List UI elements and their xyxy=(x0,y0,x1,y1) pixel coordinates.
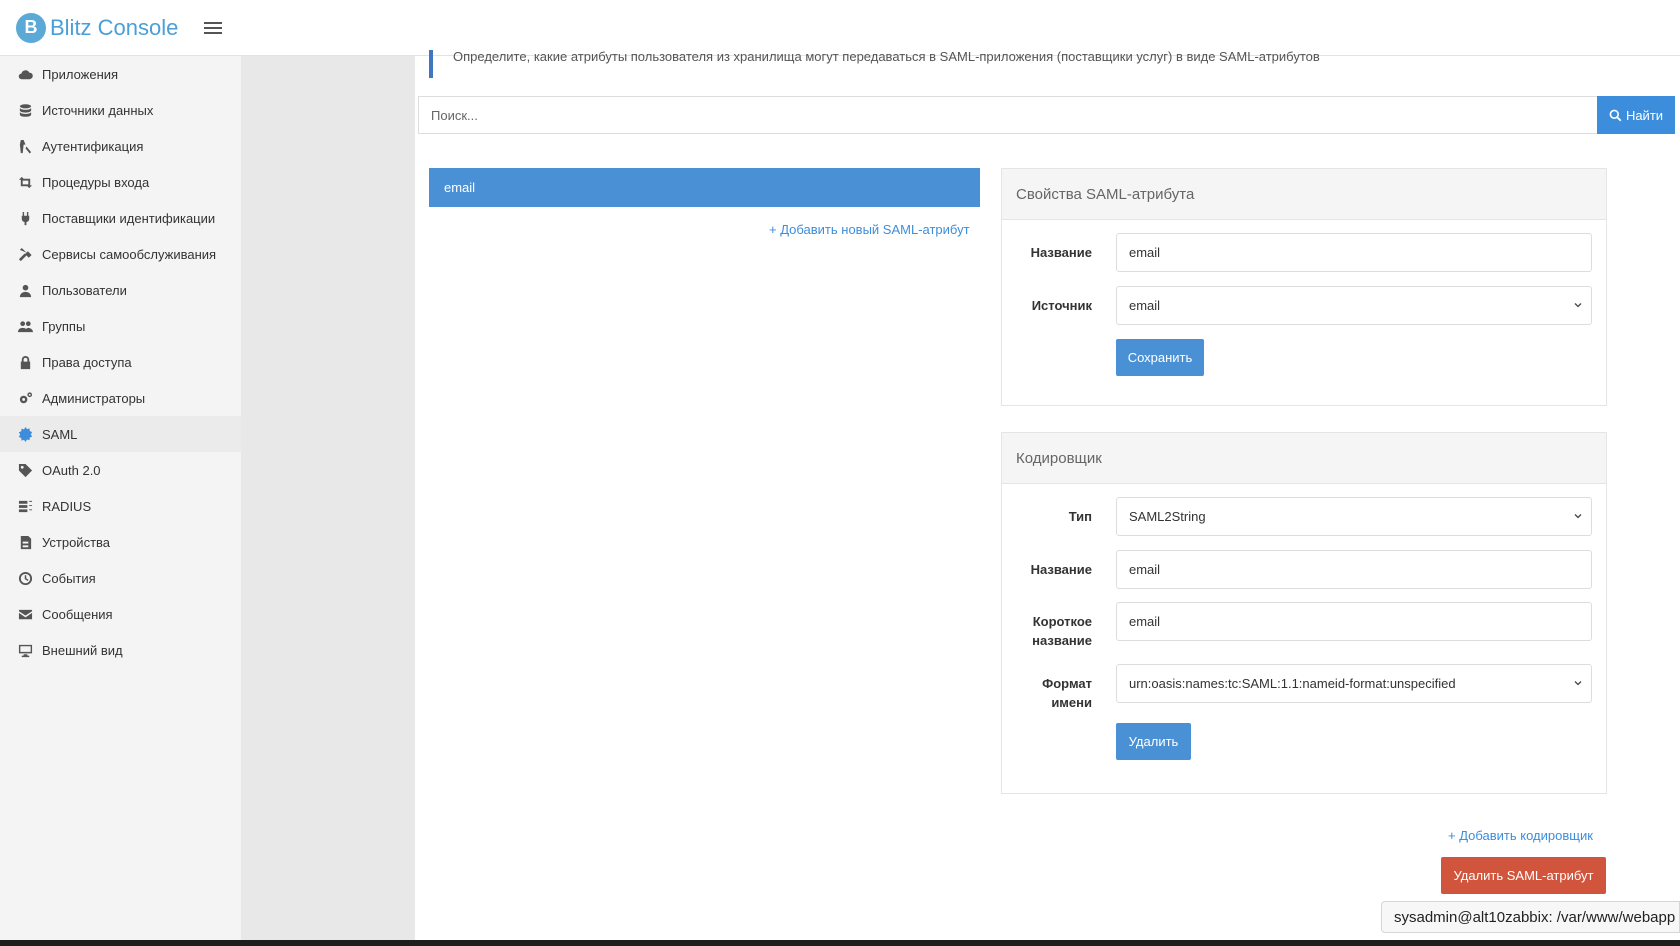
tag-icon xyxy=(16,461,34,479)
sidebar-item-label: Приложения xyxy=(42,66,119,82)
source-select-value: email xyxy=(1129,298,1161,313)
sidebar-item-label: RADIUS xyxy=(42,498,92,514)
sidebar-item-data-sources[interactable]: Источники данных xyxy=(0,92,241,128)
sidebar-item-login-procedures[interactable]: Процедуры входа xyxy=(0,164,241,200)
retweet-icon xyxy=(16,173,34,191)
saml-attribute-properties-panel: Свойства SAML-атрибута Название email Ис… xyxy=(1001,168,1607,406)
clock-icon xyxy=(16,569,34,587)
sidebar-item-saml[interactable]: SAML xyxy=(0,416,241,452)
app-title: Blitz Console xyxy=(50,14,179,40)
cloud-icon xyxy=(16,65,34,83)
sidebar-item-label: Сообщения xyxy=(42,606,113,622)
name-format-label: Формат имени xyxy=(1042,676,1092,710)
list-item[interactable]: email xyxy=(429,168,980,207)
sidebar-item-label: Процедуры входа xyxy=(42,174,150,190)
taskbar xyxy=(0,940,1680,946)
sidebar-item-administrators[interactable]: Администраторы xyxy=(0,380,241,416)
server-icon xyxy=(16,497,34,515)
sidebar-item-self-service[interactable]: Сервисы самообслуживания xyxy=(0,236,241,272)
database-icon xyxy=(16,101,34,119)
source-select[interactable]: email xyxy=(1116,286,1592,325)
source-label: Источник xyxy=(1031,298,1092,313)
add-encoder-link[interactable]: + Добавить кодировщик xyxy=(1448,828,1593,843)
device-icon xyxy=(16,533,34,551)
sidebar-item-label: Источники данных xyxy=(42,102,154,118)
delete-encoder-button[interactable]: Удалить xyxy=(1116,723,1191,760)
sidebar-item-authentication[interactable]: Аутентификация xyxy=(0,128,241,164)
encoder-type-select[interactable]: SAML2String xyxy=(1116,497,1592,536)
app-header: B Blitz Console xyxy=(0,0,1680,56)
name-format-select[interactable]: urn:oasis:names:tc:SAML:1.1:nameid-forma… xyxy=(1116,664,1592,703)
short-name-field[interactable]: email xyxy=(1116,602,1592,641)
envelope-icon xyxy=(16,605,34,623)
sidebar-item-oauth[interactable]: OAuth 2.0 xyxy=(0,452,241,488)
sidebar-item-label: Устройства xyxy=(42,534,111,550)
app-logo[interactable]: B Blitz Console xyxy=(16,12,179,43)
save-button[interactable]: Сохранить xyxy=(1116,339,1204,376)
users-icon xyxy=(16,317,34,335)
search-button[interactable]: Найти xyxy=(1597,96,1675,134)
sidebar-item-radius[interactable]: RADIUS xyxy=(0,488,241,524)
search-bar: Найти xyxy=(418,96,1675,134)
certificate-icon xyxy=(16,425,34,443)
sidebar-item-label: Администраторы xyxy=(42,390,146,406)
sidebar-item-label: Сервисы самообслуживания xyxy=(42,246,217,262)
sidebar: Приложения Источники данных Аутентификац… xyxy=(0,56,241,946)
key-icon xyxy=(16,137,34,155)
sidebar-item-messages[interactable]: Сообщения xyxy=(0,596,241,632)
type-label: Тип xyxy=(1068,509,1092,524)
delete-saml-attribute-button[interactable]: Удалить SAML-атрибут xyxy=(1441,857,1606,894)
chevron-down-icon xyxy=(1574,681,1582,686)
sidebar-item-label: SAML xyxy=(42,426,78,442)
sidebar-item-users[interactable]: Пользователи xyxy=(0,272,241,308)
sidebar-item-label: События xyxy=(42,570,96,586)
name-format-value: urn:oasis:names:tc:SAML:1.1:nameid-forma… xyxy=(1129,676,1456,691)
search-input[interactable] xyxy=(418,96,1597,134)
page-description: Определите, какие атрибуты пользователя … xyxy=(429,50,1429,78)
chevron-down-icon xyxy=(1574,303,1582,308)
sidebar-item-label: OAuth 2.0 xyxy=(42,462,101,478)
lock-icon xyxy=(16,353,34,371)
sidebar-item-label: Права доступа xyxy=(42,354,132,370)
sidebar-item-label: Пользователи xyxy=(42,282,127,298)
panel-title: Свойства SAML-атрибута xyxy=(1002,169,1606,220)
sidebar-item-groups[interactable]: Группы xyxy=(0,308,241,344)
sidebar-item-label: Поставщики идентификации xyxy=(42,210,216,226)
menu-toggle-icon[interactable] xyxy=(204,21,223,34)
user-icon xyxy=(16,281,34,299)
name-field[interactable]: email xyxy=(1116,233,1592,272)
content-gutter xyxy=(241,56,415,946)
encoder-type-value: SAML2String xyxy=(1129,509,1206,524)
sidebar-item-label: Внешний вид xyxy=(42,642,123,658)
sidebar-item-identity-providers[interactable]: Поставщики идентификации xyxy=(0,200,241,236)
terminal-window-tab[interactable]: sysadmin@alt10zabbix: /var/www/webapp xyxy=(1381,901,1680,933)
search-button-label: Найти xyxy=(1625,107,1664,123)
name-label: Название xyxy=(1030,245,1092,260)
sidebar-item-applications[interactable]: Приложения xyxy=(0,56,241,92)
logo-icon: B xyxy=(16,12,46,43)
chevron-down-icon xyxy=(1574,514,1582,519)
sidebar-item-label: Аутентификация xyxy=(42,138,144,154)
short-name-label: Короткое название xyxy=(1032,614,1092,648)
panel-title: Кодировщик xyxy=(1002,433,1606,484)
encoder-panel: Кодировщик Тип SAML2String Название emai… xyxy=(1001,432,1607,794)
sidebar-item-appearance[interactable]: Внешний вид xyxy=(0,632,241,668)
encoder-name-label: Название xyxy=(1030,562,1092,577)
plug-icon xyxy=(16,209,34,227)
search-icon xyxy=(1609,109,1622,121)
tools-icon xyxy=(16,245,34,263)
main-content: Определите, какие атрибуты пользователя … xyxy=(415,50,1680,946)
cogs-icon xyxy=(16,389,34,407)
add-saml-attribute-link[interactable]: + Добавить новый SAML-атрибут xyxy=(769,222,970,237)
sidebar-item-devices[interactable]: Устройства xyxy=(0,524,241,560)
monitor-icon xyxy=(16,641,34,659)
sidebar-item-access-rights[interactable]: Права доступа xyxy=(0,344,241,380)
sidebar-item-events[interactable]: События xyxy=(0,560,241,596)
sidebar-item-label: Группы xyxy=(42,318,86,334)
encoder-name-field[interactable]: email xyxy=(1116,550,1592,589)
